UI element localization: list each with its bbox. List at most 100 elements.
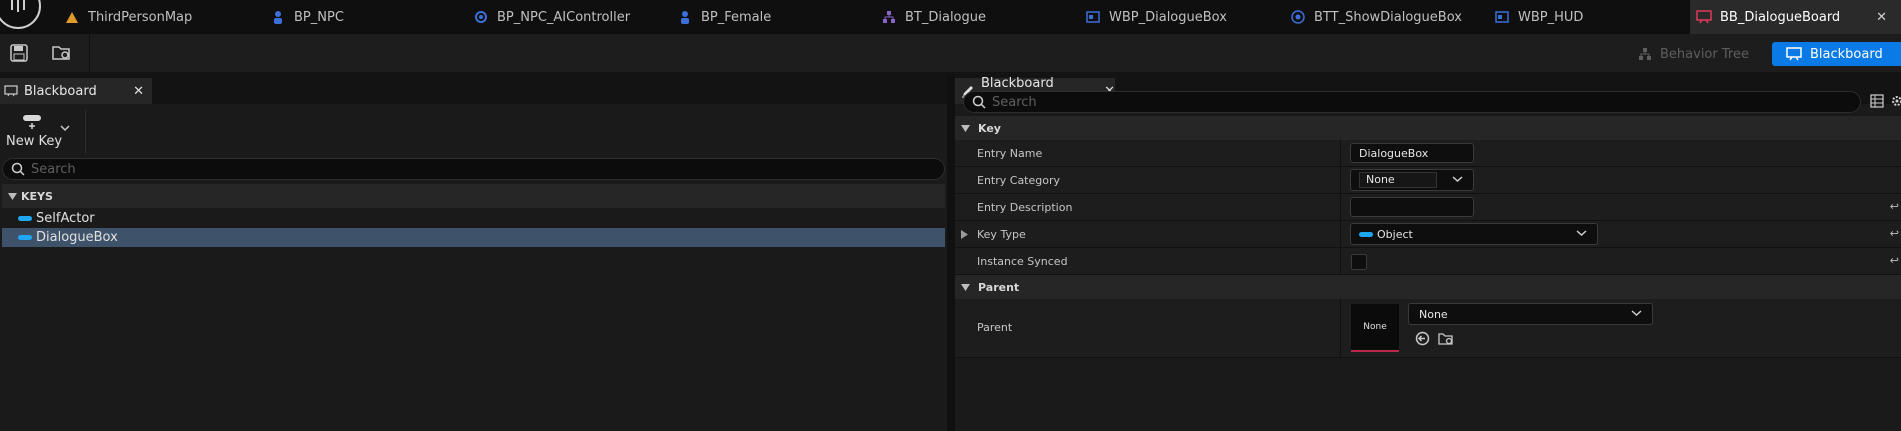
chevron-down-icon[interactable]: [1452, 175, 1463, 183]
divider: [1340, 221, 1341, 247]
close-icon[interactable]: ✕: [1876, 10, 1887, 25]
tab-btt-showdialoguebox[interactable]: BTT_ShowDialogueBox: [1290, 0, 1462, 34]
object-key-icon: [1359, 231, 1373, 237]
key-row-dialoguebox[interactable]: DialogueBox: [2, 228, 945, 247]
parent-asset-dropdown[interactable]: None: [1408, 303, 1653, 325]
search-icon: [11, 162, 25, 176]
browse-asset-icon[interactable]: [52, 44, 72, 62]
panel-tab-label: Blackboard: [24, 83, 97, 99]
entry-name-row: Entry Name DialogueBox: [955, 140, 1901, 167]
search-placeholder: Search: [992, 94, 1037, 110]
reset-to-default-icon[interactable]: ↩: [1890, 200, 1899, 213]
divider: [85, 110, 86, 154]
behavior-tree-icon: [881, 9, 897, 25]
browse-asset-icon[interactable]: [1438, 331, 1454, 346]
blackboard-icon: [4, 85, 18, 97]
tab-bp-npc-aicontroller[interactable]: BP_NPC_AIController: [473, 0, 630, 34]
tab-bt-dialogue[interactable]: BT_Dialogue: [881, 0, 986, 34]
divider: [1340, 194, 1341, 220]
tab-label: WBP_HUD: [1518, 9, 1584, 25]
table-view-icon[interactable]: [1870, 94, 1884, 108]
entry-description-field[interactable]: [1350, 197, 1474, 217]
blackboard-mode-button[interactable]: Blackboard: [1772, 42, 1901, 66]
divider: [1340, 140, 1341, 166]
key-type-row: Key Type Object ↩: [955, 221, 1901, 248]
parent-asset-thumbnail[interactable]: None: [1351, 304, 1399, 352]
toolbar-divider: [89, 34, 90, 73]
key-name: DialogueBox: [36, 230, 118, 245]
tab-label: WBP_DialogueBox: [1109, 9, 1227, 25]
tab-blackboard[interactable]: Blackboard ✕: [0, 78, 152, 104]
blueprint-character-icon: [270, 9, 286, 25]
chevron-down-icon[interactable]: [1631, 309, 1642, 317]
keys-header-label: KEYS: [21, 189, 53, 203]
search-placeholder: Search: [31, 161, 76, 177]
entry-category-value[interactable]: None: [1359, 172, 1437, 188]
blueprint-controller-icon: [473, 9, 489, 25]
expand-arrow-icon[interactable]: [961, 230, 968, 239]
use-selected-asset-icon[interactable]: [1415, 331, 1430, 346]
new-key-button[interactable]: New Key: [4, 112, 78, 154]
key-type-dropdown[interactable]: Object: [1350, 223, 1598, 245]
instance-synced-checkbox[interactable]: [1351, 254, 1367, 270]
entry-name-label: Entry Name: [977, 147, 1043, 160]
key-name: SelfActor: [36, 211, 95, 226]
entry-category-combo[interactable]: None: [1350, 169, 1474, 191]
behavior-tree-mode-button[interactable]: Behavior Tree: [1624, 42, 1763, 66]
key-section-header[interactable]: Key: [955, 116, 1901, 140]
key-row-selfactor[interactable]: SelfActor: [2, 209, 945, 228]
instance-synced-label: Instance Synced: [977, 255, 1068, 268]
search-input[interactable]: Search: [2, 158, 945, 180]
add-key-icon: [22, 114, 44, 130]
tab-label: BP_Female: [701, 9, 772, 25]
expand-triangle-icon: [961, 124, 970, 132]
parent-section-label: Parent: [978, 280, 1020, 294]
expand-triangle-icon: [8, 192, 17, 200]
entry-name-field[interactable]: DialogueBox: [1350, 143, 1474, 163]
tab-label: BP_NPC_AIController: [497, 9, 631, 25]
new-key-label: New Key: [6, 134, 63, 149]
task-blueprint-icon: [1290, 9, 1306, 25]
unreal-logo-icon[interactable]: [0, 0, 44, 34]
keys-section-header[interactable]: KEYS: [2, 184, 945, 208]
tab-bp-female[interactable]: BP_Female: [677, 0, 771, 34]
instance-synced-row: Instance Synced ↩: [955, 248, 1901, 275]
settings-gear-icon[interactable]: [1890, 94, 1901, 108]
tab-bb-dialogueboard[interactable]: BB_DialogueBoard ✕: [1690, 0, 1901, 34]
tab-wbp-hud[interactable]: WBP_HUD: [1494, 0, 1583, 34]
divider: [1340, 299, 1341, 357]
divider: [1340, 248, 1341, 274]
tab-bp-npc[interactable]: BP_NPC: [270, 0, 344, 34]
entry-category-row: Entry Category None: [955, 167, 1901, 194]
blueprint-character-icon: [677, 9, 693, 25]
blackboard-details-panel: Blackboard Details ✕ Search Key Entry Na…: [955, 74, 1901, 431]
key-type-label: Key Type: [977, 228, 1026, 241]
chevron-down-icon[interactable]: [60, 124, 70, 132]
panel-splitter[interactable]: [947, 74, 955, 431]
details-search-input[interactable]: Search: [963, 91, 1861, 113]
reset-to-default-icon[interactable]: ↩: [1890, 227, 1899, 240]
search-icon: [972, 95, 986, 109]
chevron-down-icon[interactable]: [1576, 229, 1587, 237]
expand-triangle-icon: [961, 283, 970, 291]
behavior-tree-icon: [1638, 47, 1652, 61]
tab-third-person-map[interactable]: ThirdPersonMap: [64, 0, 192, 34]
object-key-icon: [18, 235, 32, 240]
tab-label: ThirdPersonMap: [88, 9, 193, 25]
save-icon[interactable]: [10, 44, 28, 62]
level-map-icon: [64, 9, 80, 25]
parent-value: None: [1419, 307, 1448, 321]
entry-category-label: Entry Category: [977, 174, 1061, 187]
tab-label: BTT_ShowDialogueBox: [1314, 9, 1462, 25]
tab-label: BP_NPC: [294, 9, 344, 25]
tab-wbp-dialoguebox[interactable]: WBP_DialogueBox: [1085, 0, 1227, 34]
parent-label: Parent: [977, 321, 1013, 334]
parent-section-header[interactable]: Parent: [955, 275, 1901, 299]
blackboard-panel: Blackboard ✕ New Key Search KEYS SelfAct…: [0, 74, 947, 431]
tab-label: BT_Dialogue: [905, 9, 987, 25]
entry-description-label: Entry Description: [977, 201, 1073, 214]
reset-to-default-icon[interactable]: ↩: [1890, 254, 1899, 267]
close-icon[interactable]: ✕: [133, 84, 144, 99]
widget-blueprint-icon: [1494, 9, 1510, 25]
behavior-tree-label: Behavior Tree: [1660, 46, 1749, 62]
